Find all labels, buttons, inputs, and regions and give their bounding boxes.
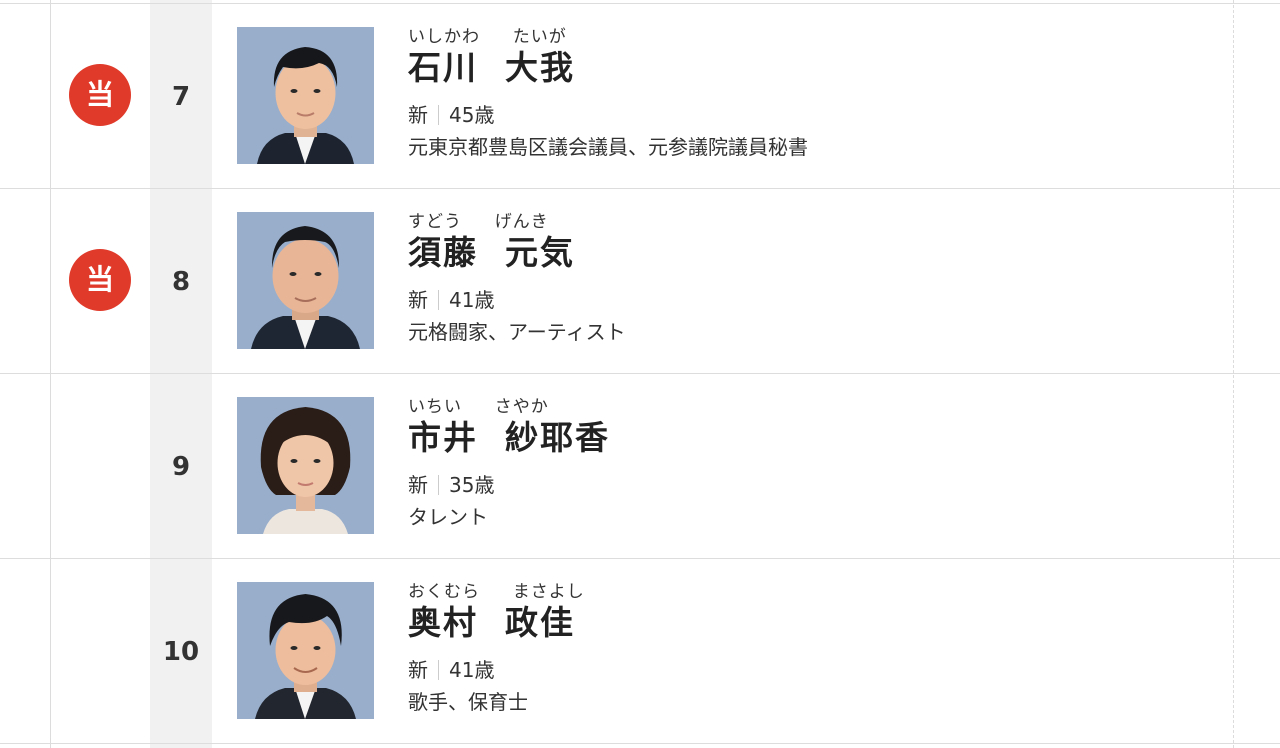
meta-separator bbox=[438, 660, 439, 680]
candidate-number: 9 bbox=[171, 451, 191, 482]
candidate-row[interactable]: 当 7 いしかわ たいが 石川 大我 新 45歳 元東京都豊島区議会議員、元参議… bbox=[0, 3, 1280, 188]
portrait-image bbox=[237, 397, 374, 534]
candidate-row[interactable]: 9 いちい さやか 市井 紗耶香 新 35歳 タレント bbox=[0, 373, 1280, 558]
candidate-photo[interactable] bbox=[237, 27, 374, 164]
candidate-photo[interactable] bbox=[237, 397, 374, 534]
candidate-description: 元東京都豊島区議会議員、元参議院議員秘書 bbox=[408, 135, 808, 159]
candidate-info: すどう げんき 須藤 元気 新 41歳 元格闘家、アーティスト bbox=[408, 211, 626, 345]
candidate-description: 元格闘家、アーティスト bbox=[408, 320, 626, 344]
elected-badge: 当 bbox=[69, 64, 131, 126]
meta-separator bbox=[438, 475, 439, 495]
candidate-description: タレント bbox=[408, 505, 488, 529]
candidate-name-kana: おくむら まさよし bbox=[408, 582, 585, 602]
candidate-number: 7 bbox=[171, 81, 191, 112]
candidate-number: 10 bbox=[162, 636, 200, 667]
candidate-name[interactable]: 須藤 元気 bbox=[408, 233, 626, 273]
candidate-row[interactable]: 当 8 すどう げんき 須藤 元気 新 41歳 元格闘家、アーティスト bbox=[0, 188, 1280, 373]
candidate-status: 新 bbox=[408, 473, 428, 497]
candidate-description: 歌手、保育士 bbox=[408, 690, 528, 714]
elected-badge: 当 bbox=[69, 249, 131, 311]
candidate-name-kana: いちい さやか bbox=[408, 397, 549, 417]
candidate-info: おくむら まさよし 奥村 政佳 新 41歳 歌手、保育士 bbox=[408, 581, 585, 715]
candidate-meta: 新 41歳 bbox=[408, 657, 585, 683]
candidate-age: 41歳 bbox=[449, 658, 495, 682]
candidate-photo[interactable] bbox=[237, 582, 374, 719]
candidate-table: 当 7 いしかわ たいが 石川 大我 新 45歳 元東京都豊島区議会議員、元参議… bbox=[0, 0, 1280, 744]
portrait-image bbox=[237, 27, 374, 164]
candidate-name-kana: すどう げんき bbox=[408, 212, 549, 232]
candidate-name[interactable]: 市井 紗耶香 bbox=[408, 418, 610, 458]
candidate-status: 新 bbox=[408, 103, 428, 127]
candidate-age: 41歳 bbox=[449, 288, 495, 312]
candidate-meta: 新 41歳 bbox=[408, 287, 626, 313]
portrait-image bbox=[237, 582, 374, 719]
candidate-status: 新 bbox=[408, 288, 428, 312]
candidate-age: 35歳 bbox=[449, 473, 495, 497]
candidate-number: 8 bbox=[171, 266, 191, 297]
candidate-row[interactable]: 10 おくむら まさよし 奥村 政佳 新 41歳 歌手、保育士 bbox=[0, 558, 1280, 744]
candidate-meta: 新 35歳 bbox=[408, 472, 610, 498]
meta-separator bbox=[438, 105, 439, 125]
candidate-info: いちい さやか 市井 紗耶香 新 35歳 タレント bbox=[408, 396, 610, 530]
candidate-name[interactable]: 奥村 政佳 bbox=[408, 603, 585, 643]
portrait-image bbox=[237, 212, 374, 349]
candidate-photo[interactable] bbox=[237, 212, 374, 349]
candidate-name-kana: いしかわ たいが bbox=[408, 27, 567, 47]
candidate-list-page: 当 7 いしかわ たいが 石川 大我 新 45歳 元東京都豊島区議会議員、元参議… bbox=[0, 0, 1280, 748]
candidate-name[interactable]: 石川 大我 bbox=[408, 48, 808, 88]
candidate-meta: 新 45歳 bbox=[408, 102, 808, 128]
candidate-status: 新 bbox=[408, 658, 428, 682]
candidate-info: いしかわ たいが 石川 大我 新 45歳 元東京都豊島区議会議員、元参議院議員秘… bbox=[408, 26, 808, 160]
candidate-age: 45歳 bbox=[449, 103, 495, 127]
meta-separator bbox=[438, 290, 439, 310]
